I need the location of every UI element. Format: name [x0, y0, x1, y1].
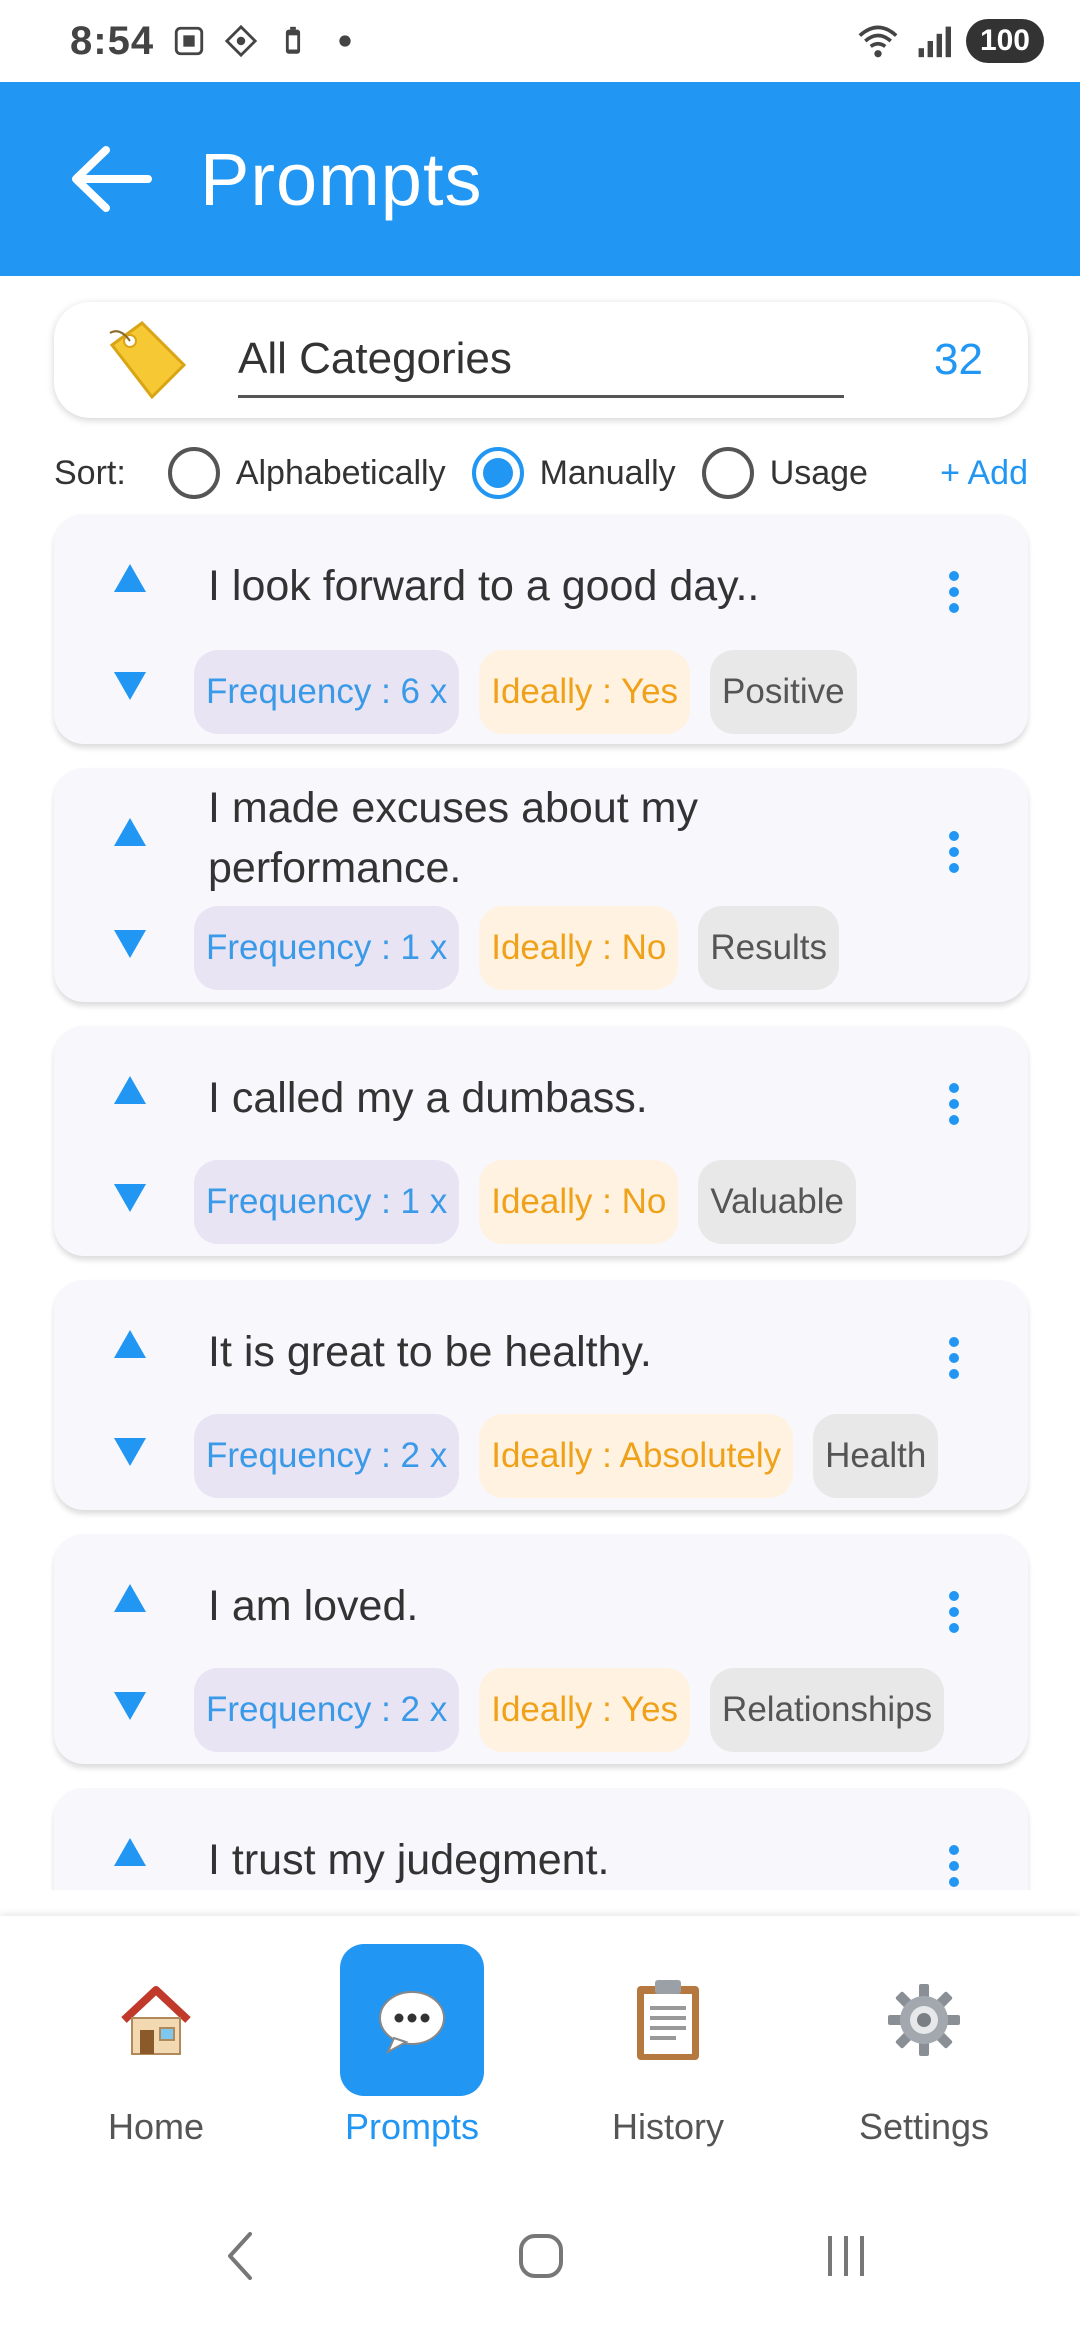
prompt-text: I am loved.: [208, 1582, 419, 1630]
add-prompt-button[interactable]: + Add: [940, 454, 1028, 493]
sort-label: Sort:: [54, 453, 126, 492]
prompt-text: I look forward to a good day..: [208, 562, 760, 610]
bottom-navigation: Home Prompts History Settings: [0, 1916, 1080, 2176]
category-chip: Valuable: [698, 1160, 856, 1244]
radio-unchecked-icon: [701, 447, 754, 499]
move-down-icon[interactable]: [110, 1432, 150, 1472]
system-home-icon[interactable]: [516, 2226, 566, 2286]
sort-option-label: Usage: [769, 453, 868, 492]
frequency-chip: Frequency : 1 x: [194, 906, 460, 990]
move-up-icon[interactable]: [110, 1070, 150, 1110]
gear-icon: [888, 1984, 960, 2056]
battery-saver-icon: [285, 26, 301, 54]
screenshot-icon: [174, 26, 204, 56]
sort-usage-radio[interactable]: Usage: [701, 447, 868, 499]
nav-prompts[interactable]: Prompts: [312, 1944, 512, 2164]
category-chip: Positive: [710, 650, 857, 734]
prompt-text: I trust my judegment.: [208, 1836, 610, 1884]
prompt-card[interactable]: I called my a dumbass. Frequency : 1 x I…: [54, 1026, 1028, 1256]
move-up-icon[interactable]: [110, 1832, 150, 1872]
prompt-card[interactable]: I made excuses about my performance. Fre…: [54, 768, 1028, 1002]
more-vertical-icon[interactable]: [944, 570, 964, 614]
nav-settings-label: Settings: [858, 2106, 990, 2147]
category-selector[interactable]: All Categories 32: [54, 302, 1028, 418]
wifi-icon: [858, 25, 898, 58]
nav-history[interactable]: History: [568, 1944, 768, 2164]
category-chip: Health: [813, 1414, 939, 1498]
house-icon: [121, 1986, 191, 2055]
nav-settings[interactable]: Settings: [824, 1944, 1024, 2164]
clipboard-icon: [637, 1980, 699, 2060]
category-chip: Results: [698, 906, 840, 990]
category-dropdown[interactable]: All Categories: [238, 322, 844, 398]
back-button[interactable]: [50, 119, 170, 239]
frequency-chip: Frequency : 2 x: [194, 1414, 460, 1498]
prompt-count: 32: [934, 335, 983, 384]
sort-option-label: Manually: [539, 453, 676, 492]
signal-icon: [918, 26, 951, 58]
more-vertical-icon[interactable]: [944, 1590, 964, 1634]
prompt-card[interactable]: I am loved. Frequency : 2 x Ideally : Ye…: [54, 1534, 1028, 1764]
system-recents-icon[interactable]: [824, 2226, 868, 2286]
ideally-chip: Ideally : No: [479, 906, 679, 990]
system-back-icon[interactable]: [220, 2226, 260, 2286]
sort-option-label: Alphabetically: [235, 453, 446, 492]
nav-prompts-label: Prompts: [344, 2106, 480, 2147]
more-vertical-icon[interactable]: [944, 1844, 964, 1888]
ideally-chip: Ideally : Absolutely: [479, 1414, 794, 1498]
tag-icon: [109, 321, 187, 400]
system-navigation: [0, 2176, 1080, 2340]
sort-manually-radio[interactable]: Manually: [471, 447, 676, 499]
battery-level: 100: [965, 19, 1044, 63]
more-vertical-icon[interactable]: [944, 1336, 964, 1380]
prompt-card[interactable]: I look forward to a good day.. Frequency…: [54, 514, 1028, 744]
radio-unchecked-icon: [167, 447, 220, 499]
notification-dot-icon: [339, 35, 351, 47]
sort-alphabetically-radio[interactable]: Alphabetically: [167, 447, 446, 499]
frequency-chip: Frequency : 6 x: [194, 650, 460, 734]
diamond-app-icon: [224, 24, 258, 58]
move-down-icon[interactable]: [110, 924, 150, 964]
move-up-icon[interactable]: [110, 812, 150, 852]
frequency-chip: Frequency : 2 x: [194, 1668, 460, 1752]
ideally-chip: Ideally : Yes: [479, 650, 691, 734]
move-up-icon[interactable]: [110, 558, 150, 598]
prompt-text: It is great to be healthy.: [208, 1328, 652, 1376]
radio-checked-icon: [471, 447, 524, 499]
category-chip: Relationships: [710, 1668, 945, 1752]
more-vertical-icon[interactable]: [944, 830, 964, 874]
back-arrow-icon: [72, 146, 152, 212]
status-bar: 8:54 100: [0, 0, 1080, 82]
prompt-text: I called my a dumbass.: [208, 1074, 648, 1122]
more-vertical-icon[interactable]: [944, 1082, 964, 1126]
prompt-card[interactable]: I trust my judegment.: [54, 1788, 1028, 1890]
nav-home[interactable]: Home: [56, 1944, 256, 2164]
nav-home-label: Home: [107, 2106, 205, 2147]
move-up-icon[interactable]: [110, 1324, 150, 1364]
prompt-text: I made excuses about my performance.: [208, 784, 698, 892]
sort-bar: Sort: Alphabetically Manually Usage + Ad…: [54, 440, 1028, 506]
prompt-card[interactable]: It is great to be healthy. Frequency : 2…: [54, 1280, 1028, 1510]
move-down-icon[interactable]: [110, 666, 150, 706]
move-down-icon[interactable]: [110, 1178, 150, 1218]
status-time: 8:54: [70, 18, 155, 63]
ideally-chip: Ideally : No: [479, 1160, 679, 1244]
frequency-chip: Frequency : 1 x: [194, 1160, 460, 1244]
app-bar: Prompts: [0, 82, 1080, 276]
page-title: Prompts: [200, 137, 483, 221]
ideally-chip: Ideally : Yes: [479, 1668, 691, 1752]
chat-bubble-icon: [379, 1991, 445, 2055]
move-up-icon[interactable]: [110, 1578, 150, 1618]
prompt-list: I look forward to a good day.. Frequency…: [0, 514, 1080, 1890]
move-down-icon[interactable]: [110, 1686, 150, 1726]
nav-history-label: History: [611, 2106, 724, 2147]
